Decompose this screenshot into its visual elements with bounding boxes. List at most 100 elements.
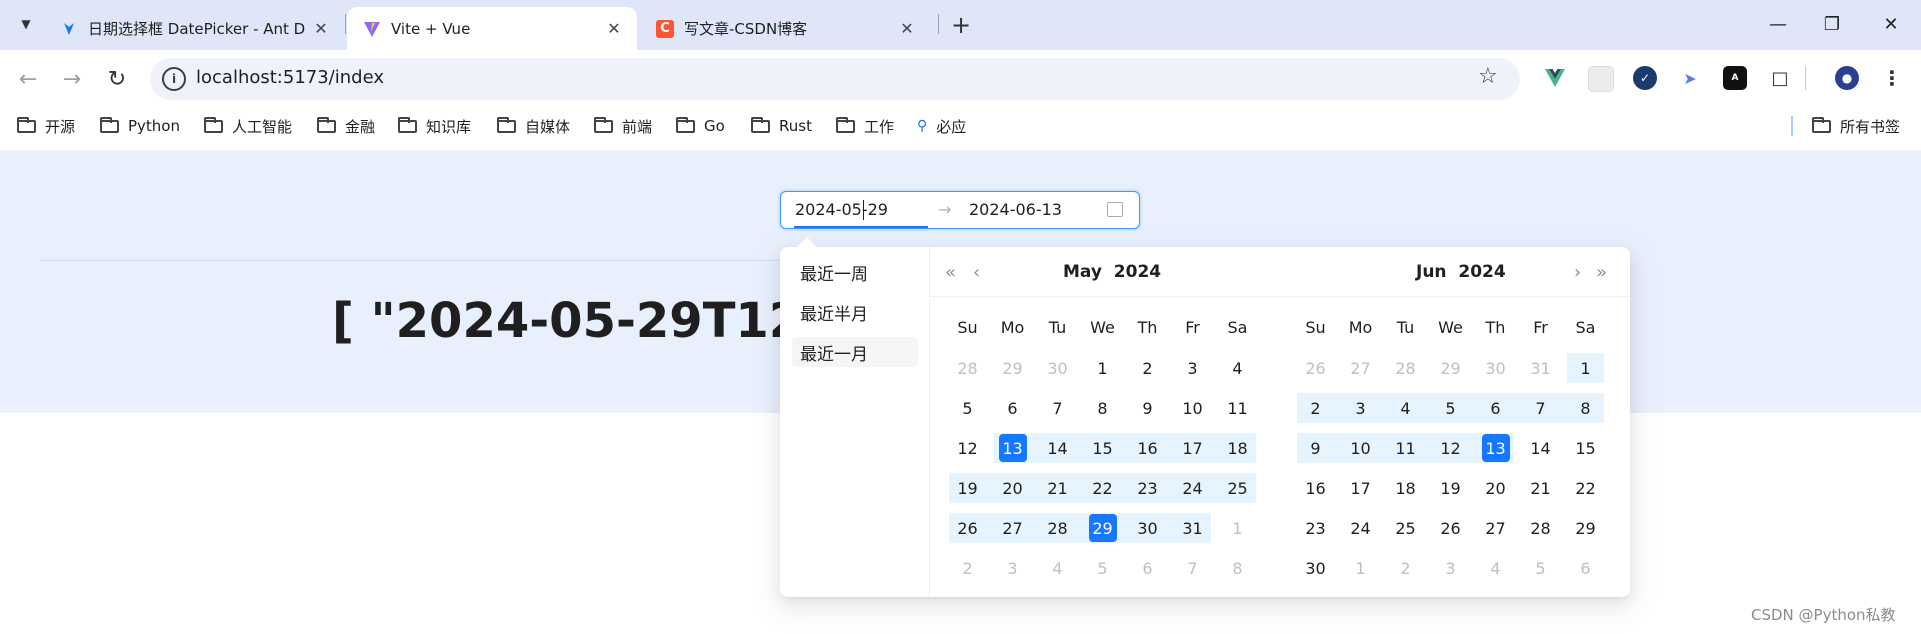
check-extension-icon[interactable]: ✓: [1633, 66, 1657, 90]
calendar-day[interactable]: 25: [1383, 513, 1428, 543]
calendar-day[interactable]: 4: [1215, 353, 1260, 383]
calendar-day[interactable]: 7: [1035, 393, 1080, 423]
calendar-day[interactable]: 16: [1293, 473, 1338, 503]
calendar-day[interactable]: 27: [1338, 353, 1383, 383]
browser-tab[interactable]: 日期选择框 DatePicker - Ant D ✕: [44, 7, 344, 50]
calendar-day[interactable]: 6: [1473, 393, 1518, 423]
end-date-input[interactable]: 2024-06-13: [969, 200, 1062, 219]
calendar-day[interactable]: 23: [1125, 473, 1170, 503]
bookmark-link[interactable]: ⚲ 必应: [917, 114, 966, 138]
calendar-day[interactable]: 31: [1518, 353, 1563, 383]
calendar-day[interactable]: 2: [1383, 553, 1428, 583]
calendar-day[interactable]: 2: [1293, 393, 1338, 423]
bookmark-folder[interactable]: 知识库: [398, 114, 471, 138]
calendar-day[interactable]: 1: [1338, 553, 1383, 583]
site-info-icon[interactable]: i: [162, 67, 186, 91]
calendar-day[interactable]: 24: [1170, 473, 1215, 503]
calendar-day[interactable]: 25: [1215, 473, 1260, 503]
calendar-day[interactable]: 8: [1563, 393, 1608, 423]
all-bookmarks-button[interactable]: 所有书签: [1812, 114, 1900, 138]
calendar-day-selected[interactable]: 13: [990, 433, 1035, 463]
calendar-day[interactable]: 16: [1125, 433, 1170, 463]
calendar-day[interactable]: 27: [990, 513, 1035, 543]
minimize-button[interactable]: —: [1763, 10, 1793, 38]
bookmark-folder[interactable]: 人工智能: [204, 114, 292, 138]
calendar-day[interactable]: 28: [1035, 513, 1080, 543]
preset-last-half-month[interactable]: 最近半月: [792, 297, 918, 327]
calendar-day[interactable]: 5: [1518, 553, 1563, 583]
calendar-day[interactable]: 30: [1035, 353, 1080, 383]
bookmark-folder[interactable]: 工作: [836, 114, 894, 138]
bookmark-folder[interactable]: 开源: [17, 114, 75, 138]
calendar-day[interactable]: 2: [945, 553, 990, 583]
calendar-day-selected[interactable]: 13: [1473, 433, 1518, 463]
calendar-day[interactable]: 10: [1338, 433, 1383, 463]
prev-month-button[interactable]: ‹: [973, 262, 980, 283]
calendar-day[interactable]: 9: [1293, 433, 1338, 463]
calendar-day[interactable]: 27: [1473, 513, 1518, 543]
bookmark-folder[interactable]: 自媒体: [497, 114, 570, 138]
calendar-day[interactable]: 29: [1428, 353, 1473, 383]
calendar-day[interactable]: 15: [1563, 433, 1608, 463]
vue-devtools-icon[interactable]: [1543, 66, 1567, 90]
calendar-day[interactable]: 4: [1035, 553, 1080, 583]
close-icon[interactable]: ✕: [896, 18, 918, 40]
back-button[interactable]: ←: [12, 63, 44, 95]
calendar-day[interactable]: 30: [1473, 353, 1518, 383]
calendar-day[interactable]: 8: [1215, 553, 1260, 583]
calendar-day[interactable]: 29: [990, 353, 1035, 383]
forward-button[interactable]: →: [56, 63, 88, 95]
calendar-day[interactable]: 9: [1125, 393, 1170, 423]
calendar-day[interactable]: 20: [1473, 473, 1518, 503]
calendar-day[interactable]: 1: [1563, 353, 1608, 383]
calendar-day[interactable]: 14: [1035, 433, 1080, 463]
prev-year-button[interactable]: «: [945, 262, 956, 283]
bookmark-folder[interactable]: Python: [100, 114, 180, 138]
calendar-day[interactable]: 1: [1080, 353, 1125, 383]
calendar-day[interactable]: 26: [1293, 353, 1338, 383]
calendar-day[interactable]: 2: [1125, 353, 1170, 383]
calendar-day[interactable]: 28: [1383, 353, 1428, 383]
calendar-day[interactable]: 19: [1428, 473, 1473, 503]
calendar-day[interactable]: 1: [1215, 513, 1260, 543]
preset-last-month[interactable]: 最近一月: [792, 337, 918, 367]
calendar-day[interactable]: 31: [1170, 513, 1215, 543]
calendar-day[interactable]: 7: [1170, 553, 1215, 583]
calendar-day[interactable]: 30: [1125, 513, 1170, 543]
left-month-title[interactable]: May 2024: [1063, 262, 1161, 282]
calendar-day[interactable]: 14: [1518, 433, 1563, 463]
calendar-day[interactable]: 12: [945, 433, 990, 463]
calendar-day[interactable]: 5: [945, 393, 990, 423]
calendar-day[interactable]: 6: [990, 393, 1035, 423]
aitm-extension-icon[interactable]: A: [1723, 66, 1747, 90]
next-year-button[interactable]: »: [1596, 262, 1607, 283]
extensions-puzzle-icon[interactable]: □: [1768, 66, 1792, 90]
calendar-day[interactable]: 4: [1473, 553, 1518, 583]
more-menu-icon[interactable]: ⋮: [1880, 66, 1904, 90]
month-label[interactable]: May: [1063, 262, 1102, 282]
calendar-day[interactable]: 19: [945, 473, 990, 503]
calendar-day[interactable]: 26: [1428, 513, 1473, 543]
preset-last-week[interactable]: 最近一周: [792, 257, 918, 287]
calendar-day[interactable]: 10: [1170, 393, 1215, 423]
calendar-day[interactable]: 18: [1383, 473, 1428, 503]
bookmark-star-icon[interactable]: ☆: [1478, 64, 1498, 89]
close-window-button[interactable]: ✕: [1876, 10, 1906, 38]
bookmark-folder[interactable]: Rust: [751, 114, 812, 138]
calendar-day[interactable]: 18: [1215, 433, 1260, 463]
calendar-day[interactable]: 3: [990, 553, 1035, 583]
calendar-day[interactable]: 23: [1293, 513, 1338, 543]
calendar-day[interactable]: 3: [1338, 393, 1383, 423]
calendar-day[interactable]: 4: [1383, 393, 1428, 423]
tab-search-button[interactable]: ▼: [14, 12, 38, 36]
month-label[interactable]: Jun: [1416, 262, 1447, 282]
next-month-button[interactable]: ›: [1574, 262, 1581, 283]
calendar-day[interactable]: 24: [1338, 513, 1383, 543]
new-tab-button[interactable]: +: [948, 11, 974, 39]
calendar-day[interactable]: 11: [1215, 393, 1260, 423]
calendar-day[interactable]: 15: [1080, 433, 1125, 463]
calendar-day[interactable]: 12: [1428, 433, 1473, 463]
close-icon[interactable]: ✕: [603, 18, 625, 40]
calendar-day[interactable]: 11: [1383, 433, 1428, 463]
start-date-input[interactable]: 2024-05-29: [795, 200, 888, 219]
